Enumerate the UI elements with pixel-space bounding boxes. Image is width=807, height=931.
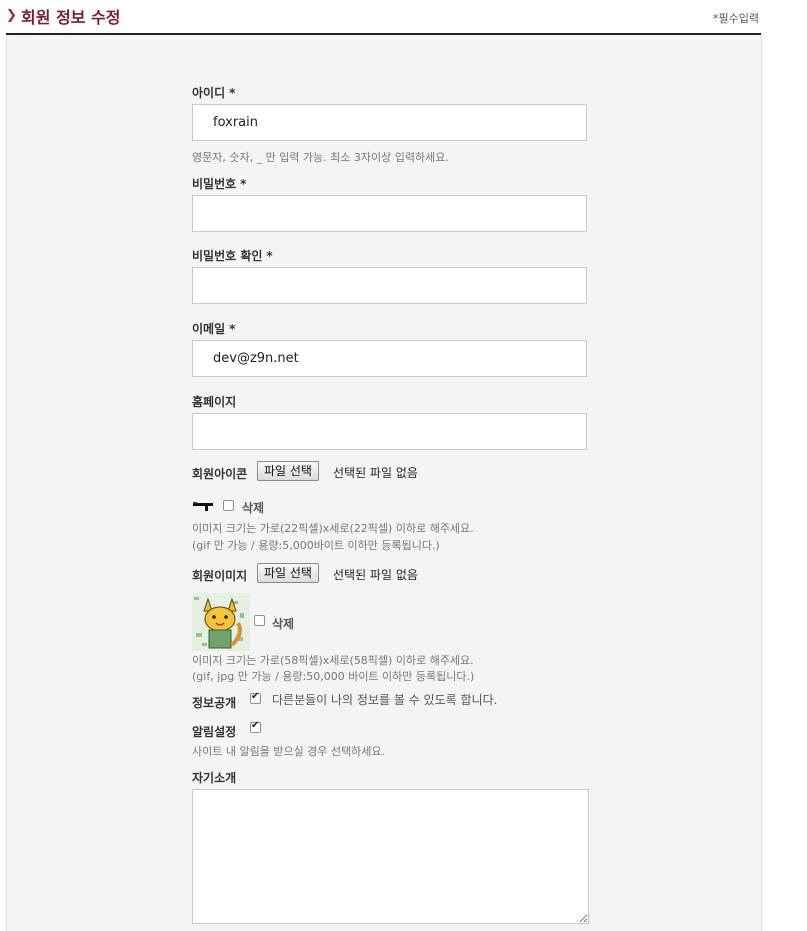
- notification-checkbox[interactable]: [250, 720, 261, 733]
- member-image-delete-label: 삭제: [272, 617, 295, 631]
- member-icon-help-format: (gif 만 가능 / 용량:5,000바이트 이하만 등록됩니다.): [192, 539, 440, 552]
- member-image-label: 회원이미지: [192, 569, 248, 583]
- page-title: 회원 정보 수정: [21, 8, 121, 27]
- member-icon-delete-checkbox[interactable]: [223, 500, 234, 511]
- fox-avatar-image: [192, 593, 250, 651]
- member-icon-help-size: 이미지 크기는 가로(22픽셀)x세로(22픽셀) 이하로 해주세요.: [192, 522, 474, 535]
- info-public-label: 정보공개: [192, 696, 237, 710]
- info-public-text: 다른분들이 나의 정보를 볼 수 있도록 합니다.: [272, 693, 498, 707]
- member-image-file-button[interactable]: 파일 선택: [257, 563, 319, 583]
- email-input[interactable]: [192, 340, 587, 377]
- intro-label: 자기소개: [192, 771, 237, 785]
- id-help: 영문자, 숫자, _ 만 입력 가능. 최소 3자이상 입력하세요.: [192, 151, 449, 164]
- info-public-checkbox[interactable]: [250, 691, 261, 704]
- homepage-input[interactable]: [192, 413, 587, 450]
- id-label: 아이디 *: [192, 86, 236, 100]
- password-input[interactable]: [192, 195, 587, 232]
- member-icon-delete-label: 삭제: [242, 501, 265, 515]
- password-label: 비밀번호 *: [192, 177, 247, 191]
- page-header: ❯ 회원 정보 수정 *필수입력: [6, 0, 761, 35]
- homepage-label: 홈페이지: [192, 395, 237, 409]
- chevron-right-icon: ❯: [6, 8, 17, 23]
- password-confirm-input[interactable]: [192, 267, 587, 304]
- email-label: 이메일 *: [192, 322, 236, 336]
- member-icon-file-button[interactable]: 파일 선택: [257, 461, 319, 481]
- notification-label: 알림설정: [192, 725, 237, 739]
- intro-textarea[interactable]: [192, 789, 589, 924]
- notification-help: 사이트 내 알림을 받으실 경우 선택하세요.: [192, 745, 386, 758]
- member-icon-label: 회원아이콘: [192, 467, 248, 481]
- required-note: *필수입력: [713, 12, 759, 25]
- member-image-help-format: (gif, jpg 만 가능 / 용량:50,000 바이트 이하만 등록됩니다…: [192, 670, 475, 683]
- id-input[interactable]: [192, 104, 587, 141]
- member-image-delete-checkbox[interactable]: [254, 615, 265, 626]
- gun-icon: [193, 502, 213, 511]
- member-image-file-status: 선택된 파일 없음: [333, 568, 418, 582]
- member-image-help-size: 이미지 크기는 가로(58픽셀)x세로(58픽셀) 이하로 해주세요.: [192, 654, 474, 667]
- member-icon-file-status: 선택된 파일 없음: [333, 466, 418, 480]
- password-confirm-label: 비밀번호 확인 *: [192, 249, 273, 263]
